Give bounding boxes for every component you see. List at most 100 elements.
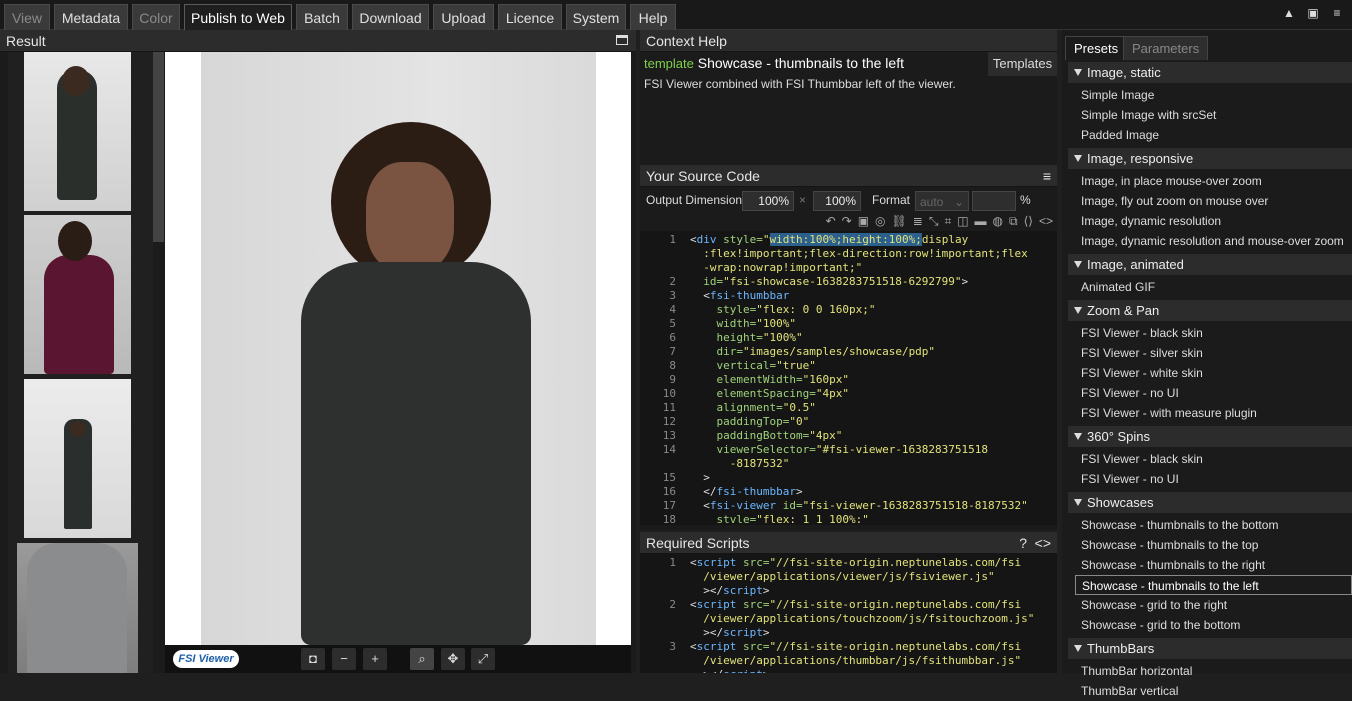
- thumbnail-1[interactable]: [24, 52, 131, 211]
- code-line: style="flex: 0 0 160px;": [716, 303, 876, 316]
- embed-code-icon[interactable]: <>: [1035, 532, 1051, 554]
- preset-item[interactable]: ThumbBar horizontal: [1075, 661, 1352, 681]
- preset-category[interactable]: Image, responsive: [1068, 148, 1352, 169]
- preset-item[interactable]: FSI Viewer - no UI: [1075, 383, 1352, 403]
- format-label: Format: [872, 193, 911, 207]
- code-line: dir="images/samples/showcase/pdp": [716, 345, 936, 358]
- preset-item[interactable]: Showcase - thumbnails to the top: [1075, 535, 1352, 555]
- image-viewer[interactable]: FSI Viewer ◘ − + ⌕ ✥ ⤢: [165, 52, 631, 673]
- preset-item[interactable]: Image, dynamic resolution and mouse-over…: [1075, 231, 1352, 251]
- preset-item[interactable]: Image, in place mouse-over zoom: [1075, 171, 1352, 191]
- times-icon: ×: [799, 193, 807, 207]
- tab-publish-to-web[interactable]: Publish to Web: [184, 4, 292, 30]
- tab-download[interactable]: Download: [352, 4, 429, 30]
- tab-batch[interactable]: Batch: [296, 4, 348, 30]
- tab-presets[interactable]: Presets: [1065, 36, 1128, 60]
- tab-upload[interactable]: Upload: [433, 4, 494, 30]
- preset-item[interactable]: Padded Image: [1075, 125, 1352, 145]
- preset-item[interactable]: ThumbBar vertical: [1075, 681, 1352, 701]
- maximize-icon[interactable]: ▣: [1306, 6, 1320, 20]
- collapse-up-icon[interactable]: ▲: [1282, 6, 1296, 20]
- code-line: elementSpacing="4px": [716, 387, 849, 400]
- preset-item[interactable]: FSI Viewer - white skin: [1075, 363, 1352, 383]
- preset-item[interactable]: FSI Viewer - with measure plugin: [1075, 403, 1352, 423]
- source-code-header: Your Source Code ≡: [640, 165, 1057, 187]
- output-width-input[interactable]: [742, 191, 794, 211]
- source-code-editor[interactable]: 1 <div style="width:100%;height:100%;disp…: [640, 231, 1057, 525]
- source-menu-icon[interactable]: ≡: [1043, 165, 1051, 187]
- line-number: 4: [669, 303, 676, 316]
- tab-color[interactable]: Color: [132, 4, 180, 30]
- fullscreen-icon[interactable]: ⤢: [471, 648, 495, 670]
- camera-icon[interactable]: ◫: [957, 214, 968, 230]
- code-line: <script src="//fsi-site-origin.neptunela…: [690, 598, 1022, 611]
- pan-icon[interactable]: ✥: [441, 648, 465, 670]
- folder-icon[interactable]: ▬: [975, 214, 987, 230]
- tab-metadata[interactable]: Metadata: [54, 4, 128, 30]
- redo-icon[interactable]: ↷: [842, 214, 852, 230]
- format-select[interactable]: auto ⌄: [915, 191, 969, 211]
- preset-item[interactable]: Animated GIF: [1075, 277, 1352, 297]
- preset-item[interactable]: Showcase - thumbnails to the left: [1075, 575, 1352, 595]
- preset-category[interactable]: Showcases: [1068, 492, 1352, 513]
- tab-licence[interactable]: Licence: [498, 4, 562, 30]
- resize-icon[interactable]: ⤡: [929, 214, 939, 230]
- link-icon[interactable]: ⛓: [892, 214, 907, 230]
- preset-item[interactable]: Showcase - thumbnails to the bottom: [1075, 515, 1352, 535]
- output-dimension-label: Output Dimension: [646, 193, 743, 207]
- preset-item[interactable]: Showcase - grid to the bottom: [1075, 615, 1352, 635]
- preset-category[interactable]: Image, static: [1068, 62, 1352, 83]
- preset-item[interactable]: FSI Viewer - no UI: [1075, 469, 1352, 489]
- preset-item[interactable]: Image, fly out zoom on mouse over: [1075, 191, 1352, 211]
- tab-system[interactable]: System: [566, 4, 626, 30]
- embed-icon[interactable]: ⧉: [1009, 214, 1018, 230]
- thumbnail-3[interactable]: [24, 379, 131, 538]
- preset-item[interactable]: FSI Viewer - silver skin: [1075, 343, 1352, 363]
- maximize-panel-icon[interactable]: [616, 35, 628, 45]
- preset-item[interactable]: Image, dynamic resolution: [1075, 211, 1352, 231]
- quality-input[interactable]: [972, 191, 1016, 211]
- preset-category[interactable]: 360° Spins: [1068, 426, 1352, 447]
- preset-category[interactable]: Image, animated: [1068, 254, 1352, 275]
- crop-icon[interactable]: ⌗: [944, 214, 951, 230]
- thumbnail-scrollbar[interactable]: [153, 52, 164, 242]
- menu-icon[interactable]: ≡: [1330, 6, 1344, 20]
- preset-item[interactable]: Simple Image with srcSet: [1075, 105, 1352, 125]
- thumbnail-bar[interactable]: [8, 52, 153, 673]
- zoom-in-button[interactable]: +: [363, 648, 387, 670]
- tab-view[interactable]: View: [4, 4, 50, 30]
- preset-item[interactable]: Simple Image: [1075, 85, 1352, 105]
- code-line: alignment="0.5": [716, 401, 816, 414]
- target-icon[interactable]: ◎: [875, 214, 885, 230]
- required-scripts-editor[interactable]: 1 <script src="//fsi-site-origin.neptunel…: [640, 554, 1057, 673]
- tab-parameters[interactable]: Parameters: [1123, 36, 1209, 60]
- code-line: stvle="flex: 1 1 100%:": [716, 513, 869, 525]
- line-number: 16: [662, 485, 676, 498]
- code-line: <fsi-thumbbar: [703, 289, 790, 302]
- thumbnail-4[interactable]: [17, 543, 138, 673]
- reset-button[interactable]: ◘: [301, 648, 325, 670]
- code-line: vertical="true": [716, 359, 816, 372]
- source-tag-icon[interactable]: <>: [1039, 214, 1053, 230]
- tab-help[interactable]: Help: [630, 4, 676, 30]
- copy-icon[interactable]: ▣: [858, 214, 869, 230]
- preset-category[interactable]: ThumbBars: [1068, 638, 1352, 659]
- zoom-out-button[interactable]: −: [332, 648, 356, 670]
- preset-item[interactable]: Showcase - grid to the right: [1075, 595, 1352, 615]
- zoom-tool-icon[interactable]: ⌕: [410, 648, 434, 670]
- percent-label: %: [1020, 193, 1031, 207]
- preset-item[interactable]: FSI Viewer - black skin: [1075, 449, 1352, 469]
- code-line: <script src="//fsi-site-origin.neptunela…: [690, 556, 1022, 569]
- templates-button[interactable]: Templates: [988, 52, 1057, 76]
- undo-icon[interactable]: ↶: [826, 214, 836, 230]
- output-height-input[interactable]: [813, 191, 861, 211]
- code-icon[interactable]: ⟨⟩: [1024, 214, 1033, 230]
- align-icon[interactable]: ≣: [913, 214, 923, 230]
- palette-icon[interactable]: ◍: [993, 214, 1003, 230]
- thumbnail-2[interactable]: [24, 215, 131, 374]
- preset-item[interactable]: Showcase - thumbnails to the right: [1075, 555, 1352, 575]
- code-line: height="100%": [716, 331, 803, 344]
- preset-item[interactable]: FSI Viewer - black skin: [1075, 323, 1352, 343]
- preset-category[interactable]: Zoom & Pan: [1068, 300, 1352, 321]
- help-icon[interactable]: ?: [1019, 532, 1027, 554]
